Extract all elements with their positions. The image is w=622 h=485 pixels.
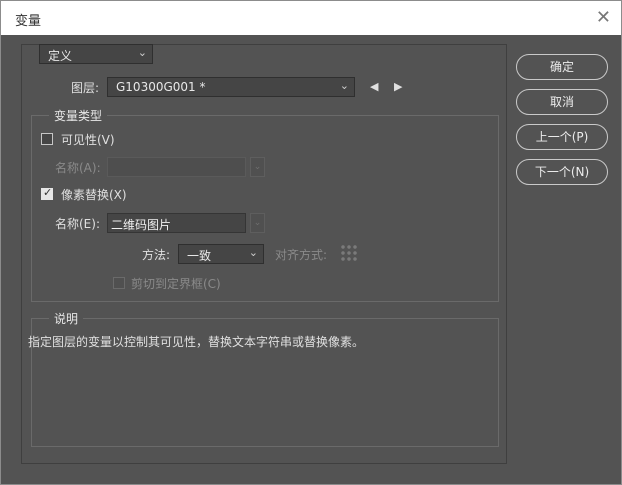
ok-button[interactable]: 确定 — [516, 54, 608, 80]
arrow-right-icon[interactable]: ▶ — [394, 80, 402, 93]
pixel-name-input[interactable]: 二维码图片 — [107, 213, 246, 233]
visibility-name-input[interactable] — [107, 157, 246, 177]
next-button[interactable]: 下一个(N) — [516, 159, 608, 185]
clip-label: 剪切到定界框(C) — [131, 277, 221, 291]
cancel-button[interactable]: 取消 — [516, 89, 608, 115]
pixel-replace-label: 像素替换(X) — [61, 188, 127, 202]
chevron-down-icon: ⌄ — [339, 79, 349, 92]
method-select[interactable]: 一致 ⌄ — [178, 244, 264, 264]
method-select-value: 一致 — [187, 249, 212, 263]
variables-dialog: 变量 ✕ 定义 ⌄ 图层: G10300G001 * ⌄ ◀ ▶ 变量类型 可见… — [0, 0, 622, 485]
layer-select-value: G10300G001 * — [116, 80, 206, 94]
mode-select-value: 定义 — [48, 49, 73, 63]
previous-button[interactable]: 上一个(P) — [516, 124, 608, 150]
description-text: 指定图层的变量以控制其可见性，替换文本字符串或替换像素。 — [28, 335, 365, 349]
pixel-name-value: 二维码图片 — [111, 218, 172, 232]
dialog-title: 变量 — [15, 14, 42, 29]
method-label: 方法: — [142, 248, 171, 262]
visibility-label: 可见性(V) — [61, 133, 115, 147]
pixel-name-dropdown-icon[interactable]: ⌄ — [250, 213, 265, 233]
layer-select[interactable]: G10300G001 * ⌄ — [107, 77, 355, 97]
pixel-replace-checkbox[interactable] — [41, 186, 53, 200]
clip-checkbox[interactable] — [113, 277, 125, 289]
title-bar: 变量 ✕ — [1, 1, 621, 35]
chevron-down-icon: ⌄ — [248, 246, 258, 259]
arrow-left-icon[interactable]: ◀ — [370, 80, 378, 93]
alignment-grid-icon[interactable] — [340, 244, 358, 262]
close-icon[interactable]: ✕ — [596, 7, 611, 28]
align-label: 对齐方式: — [275, 248, 328, 262]
visibility-name-label: 名称(A): — [55, 161, 101, 175]
pixel-name-label: 名称(E): — [55, 217, 100, 231]
variable-type-label: 变量类型 — [49, 107, 108, 124]
visibility-checkbox[interactable] — [41, 133, 53, 145]
layer-label: 图层: — [71, 81, 100, 95]
mode-select[interactable]: 定义 ⌄ — [39, 44, 153, 64]
chevron-down-icon: ⌄ — [137, 46, 147, 59]
description-label: 说明 — [49, 310, 84, 327]
visibility-name-dropdown-icon[interactable]: ⌄ — [250, 157, 265, 177]
